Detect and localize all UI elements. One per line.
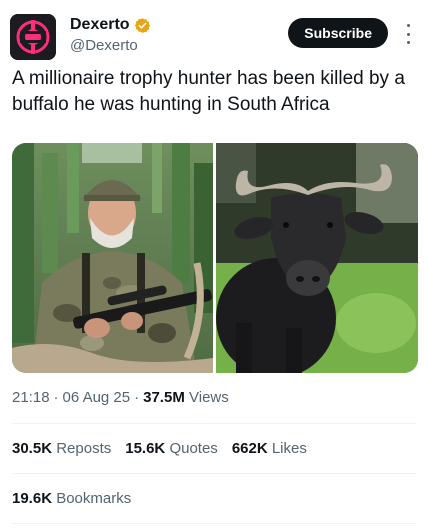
views-label: Views [189,389,229,406]
more-options-icon[interactable] [400,24,416,44]
tweet-text: A millionaire trophy hunter has been kil… [12,68,405,115]
reposts-label: Reposts [56,440,112,457]
meta-separator: · [53,389,59,406]
author-handle[interactable]: @Dexerto [70,37,138,54]
dexerto-logo-icon [10,14,56,60]
bookmarks-label: Bookmarks [56,490,132,507]
subscribe-button[interactable]: Subscribe [288,18,388,48]
author-name-row[interactable]: Dexerto [70,16,151,34]
author-name[interactable]: Dexerto [70,16,130,34]
bookmarks-stat[interactable]: 19.6K Bookmarks [12,490,131,507]
hunter-photo[interactable] [12,143,213,373]
reposts-stat[interactable]: 30.5K Reposts [12,440,111,457]
avatar[interactable] [10,14,56,60]
divider [12,423,416,424]
reposts-count: 30.5K [12,440,53,457]
views-count: 37.5M [143,389,185,406]
likes-count: 662K [231,440,268,457]
bookmarks-count: 19.6K [12,490,53,507]
divider [12,523,416,524]
engagement-stats: 30.5K Reposts 15.6K Quotes 662K Likes [12,440,321,457]
tweet-header: Dexerto @Dexerto Subscribe [10,12,418,62]
divider [12,473,416,474]
buffalo-photo[interactable] [216,143,418,373]
tweet-time[interactable]: 21:18 [12,389,50,406]
likes-stat[interactable]: 662K Likes [232,440,307,457]
likes-label: Likes [271,440,307,457]
verified-badge-icon [134,17,150,33]
tweet-meta: 21:18 · 06 Aug 25 · 37.5M Views [12,389,229,406]
tweet-date[interactable]: 06 Aug 25 [63,389,131,406]
meta-separator: · [134,389,140,406]
quotes-count: 15.6K [125,440,166,457]
quotes-stat[interactable]: 15.6K Quotes [125,440,218,457]
tweet-media[interactable] [12,143,418,373]
quotes-label: Quotes [169,440,218,457]
